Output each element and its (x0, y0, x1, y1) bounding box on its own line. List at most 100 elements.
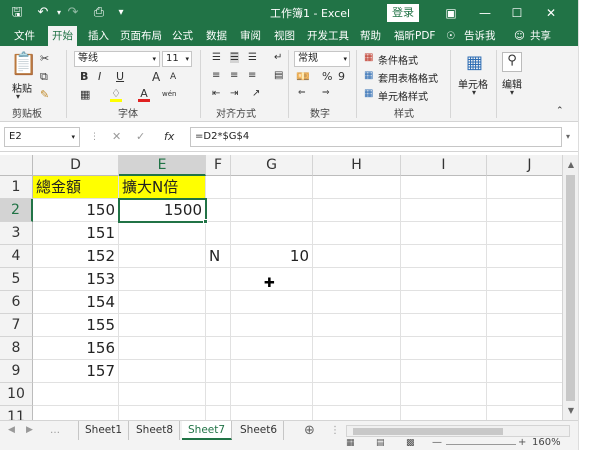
borders-icon[interactable]: ▦ (80, 88, 90, 101)
align-bottom-icon[interactable]: ☰ (248, 52, 257, 63)
increase-indent-icon[interactable]: ⇥ (230, 88, 238, 99)
empty-cell[interactable] (206, 406, 231, 420)
cell-d1[interactable]: 總金額 (33, 176, 119, 199)
empty-cell[interactable] (231, 360, 313, 383)
change-case-button[interactable]: wén (162, 90, 176, 98)
empty-cell[interactable] (401, 176, 487, 199)
tab-data[interactable]: 数据 (204, 26, 229, 46)
next-sheet-icon[interactable]: ▶ (26, 421, 33, 440)
empty-cell[interactable] (231, 337, 313, 360)
paste-label[interactable]: 粘贴 (12, 80, 32, 95)
sheet-tab-sheet6[interactable]: Sheet6 (234, 421, 285, 440)
login-button[interactable]: 登录 (387, 4, 419, 22)
sheet-tab-sheet7[interactable]: Sheet7 (182, 421, 233, 440)
empty-cell[interactable] (313, 383, 401, 406)
empty-cell[interactable] (313, 291, 401, 314)
tab-formulas[interactable]: 公式 (170, 26, 195, 46)
page-break-view-icon[interactable]: ▩ (406, 438, 415, 448)
column-header-d[interactable]: D (33, 155, 119, 176)
empty-cell[interactable] (313, 406, 401, 420)
orientation-icon[interactable]: ↗ (252, 88, 260, 99)
align-right-icon[interactable]: ≡ (248, 70, 256, 81)
decrease-indent-icon[interactable]: ⇤ (212, 88, 220, 99)
zoom-in-icon[interactable]: + (518, 437, 526, 448)
empty-cell[interactable] (487, 314, 562, 337)
empty-cell[interactable] (231, 176, 313, 199)
vertical-scroll-thumb[interactable] (566, 175, 575, 401)
percent-button[interactable]: % (322, 70, 332, 83)
empty-cell[interactable] (231, 406, 313, 420)
empty-cell[interactable] (119, 383, 206, 406)
empty-cell[interactable] (313, 314, 401, 337)
conditional-format-button[interactable]: 条件格式 (378, 52, 418, 67)
empty-cell[interactable] (206, 199, 231, 222)
empty-cell[interactable] (206, 291, 231, 314)
align-left-icon[interactable]: ≡ (212, 70, 220, 81)
row-header-11[interactable]: 11 (0, 406, 33, 420)
cell-styles-button[interactable]: 单元格样式 (378, 88, 428, 103)
column-header-j[interactable]: J (487, 155, 562, 176)
empty-cell[interactable] (313, 222, 401, 245)
row-header-7[interactable]: 7 (0, 314, 33, 337)
empty-cell[interactable] (313, 360, 401, 383)
minimize-icon[interactable]: — (474, 3, 496, 23)
row-header-4[interactable]: 4 (0, 245, 33, 268)
tell-me-search[interactable]: 告诉我 (462, 26, 498, 46)
format-painter-icon[interactable]: ✎ (40, 88, 49, 101)
zoom-level[interactable]: 160% (532, 437, 561, 448)
empty-cell[interactable] (119, 314, 206, 337)
fill-handle[interactable] (203, 219, 208, 224)
empty-cell[interactable] (119, 222, 206, 245)
tab-insert[interactable]: 插入 (86, 26, 111, 46)
row-header-9[interactable]: 9 (0, 360, 33, 383)
empty-cell[interactable] (119, 291, 206, 314)
row-header-6[interactable]: 6 (0, 291, 33, 314)
decrease-decimal-icon[interactable]: ⇒ (322, 88, 330, 98)
cell-g4[interactable]: 10 (231, 245, 313, 268)
close-icon[interactable]: ✕ (540, 3, 562, 23)
search-icon[interactable]: ⚲ (502, 52, 522, 72)
tab-file[interactable]: 文件 (12, 26, 37, 46)
empty-cell[interactable] (401, 383, 487, 406)
column-header-h[interactable]: H (313, 155, 401, 176)
expand-formula-icon[interactable]: ▾ (566, 127, 570, 147)
scroll-down-icon[interactable]: ▼ (563, 403, 579, 419)
more-options-icon[interactable]: ⋮ (90, 127, 99, 147)
tab-view[interactable]: 视图 (272, 26, 297, 46)
empty-cell[interactable] (33, 383, 119, 406)
empty-cell[interactable] (401, 268, 487, 291)
prev-sheet-icon[interactable]: ◀ (8, 421, 15, 440)
cell-d7[interactable]: 155 (33, 314, 119, 337)
scroll-up-icon[interactable]: ▲ (563, 157, 579, 173)
cell-f4[interactable]: N (206, 245, 231, 268)
cells-icon[interactable]: ▦ (466, 52, 483, 73)
share-button[interactable]: 共享 (528, 26, 553, 46)
empty-cell[interactable] (401, 406, 487, 420)
cell-d3[interactable]: 151 (33, 222, 119, 245)
empty-cell[interactable] (487, 222, 562, 245)
empty-cell[interactable] (206, 383, 231, 406)
empty-cell[interactable] (231, 199, 313, 222)
empty-cell[interactable] (487, 268, 562, 291)
horizontal-scroll-thumb[interactable] (353, 428, 503, 435)
empty-cell[interactable] (401, 222, 487, 245)
tab-developer[interactable]: 开发工具 (305, 26, 351, 46)
print-preview-icon[interactable]: ⎙ (90, 4, 108, 22)
empty-cell[interactable] (313, 199, 401, 222)
empty-cell[interactable] (206, 314, 231, 337)
redo-icon[interactable]: ↷ (64, 4, 82, 22)
empty-cell[interactable] (487, 176, 562, 199)
empty-cell[interactable] (401, 245, 487, 268)
empty-cell[interactable] (487, 291, 562, 314)
grow-font-button[interactable]: A (152, 70, 160, 84)
bold-button[interactable]: B (80, 70, 88, 83)
font-name-select[interactable]: 等线 ▾ (74, 51, 160, 67)
row-header-5[interactable]: 5 (0, 268, 33, 291)
save-icon[interactable]: 🖫 (8, 4, 26, 22)
sheet-tab-sheet1[interactable]: Sheet1 (78, 421, 130, 440)
tab-review[interactable]: 审阅 (238, 26, 263, 46)
select-all-corner[interactable] (0, 155, 33, 176)
vertical-scrollbar[interactable]: ▲ ▼ (562, 155, 578, 420)
empty-cell[interactable] (487, 337, 562, 360)
empty-cell[interactable] (119, 406, 206, 420)
